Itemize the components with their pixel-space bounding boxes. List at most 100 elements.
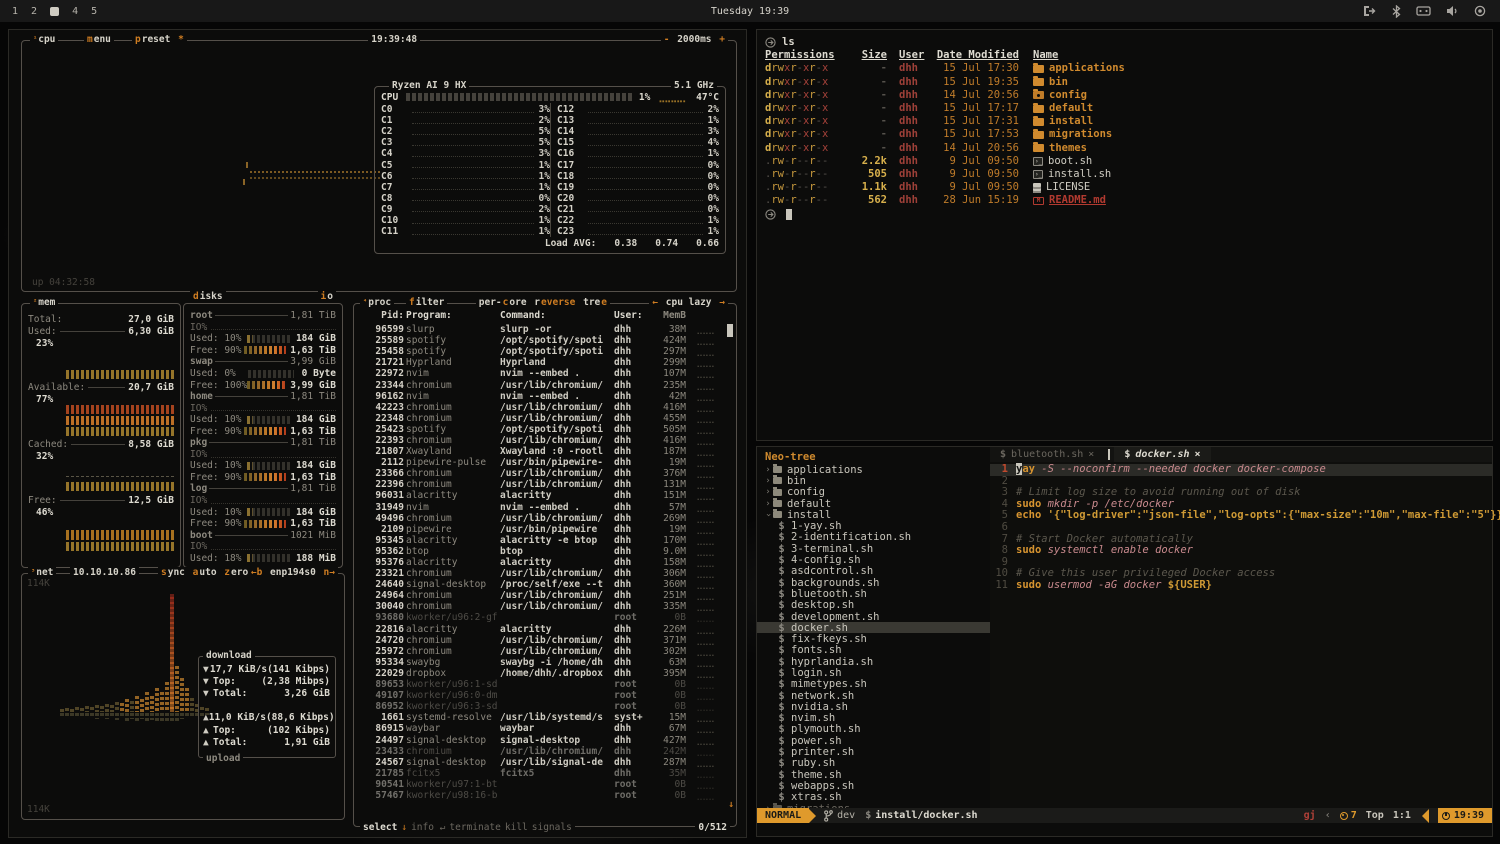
tree-item-login.sh[interactable]: $login.sh [757, 667, 990, 678]
process-row[interactable]: 25423spotify/opt/spotify/spotidhh505M⣀⣀⣀… [362, 424, 726, 435]
process-row[interactable]: 95334swaybgswaybg -i /home/dhdhh63M⣀⣀⣀0.… [362, 657, 726, 668]
net-interface[interactable]: ←b enp194s0 n→ [248, 567, 338, 578]
process-row[interactable]: 57467kworker/u98:16-broot0B⣀⣀⣀0.0 [362, 790, 726, 801]
code-line[interactable]: 8sudo systemctl enable docker [990, 545, 1492, 557]
tree-item-3-terminal.sh[interactable]: $3-terminal.sh [757, 543, 990, 554]
proc-options[interactable]: per-core reverse tree [476, 297, 610, 308]
process-row[interactable]: 21785fcitx5fcitx5dhh35M⣀⣀⣀0.0 [362, 768, 726, 779]
process-row[interactable]: 96599slurpslurp -ordhh38M⣀⣀⣀0.0 [362, 324, 726, 335]
process-row[interactable]: 22348chromium/usr/lib/chromium/dhh455M⣀⣀… [362, 413, 726, 424]
menu-button[interactable]: menu [84, 34, 114, 45]
process-row[interactable]: 24567signal-desktop/usr/lib/signal-dedhh… [362, 757, 726, 768]
tree-item-network.sh[interactable]: $network.sh [757, 690, 990, 701]
process-row[interactable]: 23344chromium/usr/lib/chromium/dhh235M⣀⣀… [362, 379, 726, 390]
proc-scroll-down-icon[interactable]: ↓ [728, 799, 734, 810]
proc-col-header[interactable]: Pid: [362, 310, 404, 321]
proc-header-row[interactable]: Pid:Program:Command:User:MemB Cpu% [362, 310, 726, 321]
prompt-line-2[interactable] [765, 207, 1484, 220]
tree-item-webapps.sh[interactable]: $webapps.sh [757, 780, 990, 791]
process-row[interactable]: 86952kworker/u96:3-sdroot0B⣀⣀⣀0.0 [362, 701, 726, 712]
tree-item-asdcontrol.sh[interactable]: $asdcontrol.sh [757, 566, 990, 577]
tree-item-plymouth.sh[interactable]: $plymouth.sh [757, 724, 990, 735]
process-row[interactable]: 23433chromium/usr/lib/chromium/dhh242M⣀⣀… [362, 746, 726, 757]
proc-sort-nav[interactable]: ← cpu lazy → [649, 297, 728, 308]
process-row[interactable]: 2109pipewire/usr/bin/pipewiredhh19M⣀⣀⣀0.… [362, 524, 726, 535]
tab-close-icon[interactable]: × [1195, 449, 1201, 460]
proc-col-header[interactable]: User: [614, 310, 646, 321]
proc-box-title[interactable]: ⁴proc [360, 297, 394, 308]
terminal-window[interactable]: ls PermissionsSizeUserDate ModifiedName … [756, 29, 1493, 441]
proc-col-header[interactable]: Program: [406, 310, 498, 321]
process-row[interactable]: 96162nvimnvim --embed .dhh42M⣀⣀⣀0.0 [362, 391, 726, 402]
tree-item-nvim.sh[interactable]: $nvim.sh [757, 713, 990, 724]
kill-button[interactable]: kill [505, 822, 528, 833]
net-box-title[interactable]: ³net [28, 567, 56, 578]
process-row[interactable]: 95362btopbtopdhh9.0M⣀⣀⣀0.0 [362, 546, 726, 557]
process-row[interactable]: 22396chromium/usr/lib/chromium/dhh131M⣀⣀… [362, 479, 726, 490]
tree-item-applications[interactable]: ›applications [757, 464, 990, 475]
tree-item-default[interactable]: ›default [757, 498, 990, 509]
tree-item-install[interactable]: ›install [757, 509, 990, 520]
code-line[interactable]: 1yay -S --noconfirm --needed docker dock… [990, 464, 1492, 476]
proc-col-header[interactable]: Cpu% [724, 310, 726, 321]
process-row[interactable]: 30040chromium/usr/lib/chromium/dhh335M⣀⣀… [362, 601, 726, 612]
process-row[interactable]: 24640signal-desktop/proc/self/exe --tdhh… [362, 579, 726, 590]
process-row[interactable]: 90541kworker/u97:1-btroot0B⣀⣀⣀0.0 [362, 779, 726, 790]
process-row[interactable]: 96031alacrittyalacrittydhh151M⣀⣀⣀0.0 [362, 490, 726, 501]
process-row[interactable]: 49496chromium/usr/lib/chromium/dhh269M⣀⣀… [362, 513, 726, 524]
proc-col-header[interactable]: MemB [648, 310, 686, 321]
process-row[interactable]: 24720chromium/usr/lib/chromium/dhh371M⣀⣀… [362, 635, 726, 646]
disks-box-title[interactable]: disks [190, 291, 226, 302]
tree-item-bluetooth.sh[interactable]: $bluetooth.sh [757, 588, 990, 599]
tree-item-ruby.sh[interactable]: $ruby.sh [757, 758, 990, 769]
tree-item-hyprlandia.sh[interactable]: $hyprlandia.sh [757, 656, 990, 667]
terminate-button[interactable]: terminate [449, 822, 500, 833]
code-line[interactable]: 5echo '{"log-driver":"json-file","log-op… [990, 510, 1492, 522]
process-row[interactable]: 31949nvimnvim --embed .dhh57M⣀⣀⣀0.0 [362, 502, 726, 513]
process-row[interactable]: 23366chromium/usr/lib/chromium/dhh376M⣀⣀… [362, 468, 726, 479]
tree-item-xtras.sh[interactable]: $xtras.sh [757, 792, 990, 803]
process-row[interactable]: 25589spotify/opt/spotify/spotidhh424M⣀⣀⣀… [362, 335, 726, 346]
code-line[interactable]: 11sudo usermod -aG docker ${USER} [990, 580, 1492, 592]
tree-item-development.sh[interactable]: $development.sh [757, 611, 990, 622]
process-row[interactable]: 93680kworker/u96:2-gfroot0B⣀⣀⣀0.0 [362, 612, 726, 623]
editor-pane[interactable]: $bluetooth.sh×$docker.sh× 1yay -S --noco… [990, 447, 1492, 810]
preset-button[interactable]: preset * [132, 34, 187, 45]
process-row[interactable]: 1661systemd-resolve/usr/lib/systemd/ssys… [362, 712, 726, 723]
process-row[interactable]: 2112pipewire-pulse/usr/bin/pipewire-dhh1… [362, 457, 726, 468]
tab-close-icon[interactable]: × [1088, 449, 1094, 460]
disks-io-toggle[interactable]: io [318, 291, 336, 302]
tree-item-printer.sh[interactable]: $printer.sh [757, 746, 990, 757]
tree-item-theme.sh[interactable]: $theme.sh [757, 769, 990, 780]
tree-item-fix-fkeys.sh[interactable]: $fix-fkeys.sh [757, 633, 990, 644]
tree-item-config[interactable]: ›config [757, 487, 990, 498]
tab-docker.sh[interactable]: $docker.sh× [1114, 447, 1210, 462]
process-row[interactable]: 42223chromium/usr/lib/chromium/dhh416M⣀⣀… [362, 402, 726, 413]
process-row[interactable]: 86915waybarwaybardhh67M⣀⣀⣀0.0 [362, 723, 726, 734]
tree-item-mimetypes.sh[interactable]: $mimetypes.sh [757, 679, 990, 690]
process-row[interactable]: 22393chromium/usr/lib/chromium/dhh416M⣀⣀… [362, 435, 726, 446]
tree-item-4-config.sh[interactable]: $4-config.sh [757, 554, 990, 565]
proc-col-header[interactable]: Command: [500, 310, 612, 321]
update-interval[interactable]: - 2000ms + [661, 34, 728, 45]
process-row[interactable]: 22029dropbox/home/dhh/.dropboxdhh395M⣀⣀⣀… [362, 668, 726, 679]
proc-filter-button[interactable]: filter [406, 297, 447, 308]
proc-scrollbar[interactable] [727, 324, 733, 337]
tree-item-bin[interactable]: ›bin [757, 475, 990, 486]
tree-item-backgrounds.sh[interactable]: $backgrounds.sh [757, 577, 990, 588]
process-row[interactable]: 22816alacrittyalacrittydhh226M⣀⣀⣀0.0 [362, 624, 726, 635]
process-row[interactable]: 25458spotify/opt/spotify/spotidhh297M⣀⣀⣀… [362, 346, 726, 357]
process-row[interactable]: 89653kworker/u96:1-sdroot0B⣀⣀⣀0.0 [362, 679, 726, 690]
process-row[interactable]: 95345alacrittyalacritty -e btopdhh170M⣀⣀… [362, 535, 726, 546]
net-buttons[interactable]: sync auto zero [158, 567, 251, 578]
info-button[interactable]: info ↵ [411, 822, 445, 833]
tree-item-2-identification.sh[interactable]: $2-identification.sh [757, 532, 990, 543]
process-row[interactable]: 22972nvimnvim --embed .dhh107M⣀⣀⣀0.0 [362, 368, 726, 379]
mem-box-title[interactable]: ²mem [30, 297, 58, 308]
select-button[interactable]: select [363, 822, 397, 833]
signals-button[interactable]: signals [532, 822, 572, 833]
process-row[interactable]: 21807XwaylandXwayland :0 -rootldhh187M⣀⣀… [362, 446, 726, 457]
tree-item-desktop.sh[interactable]: $desktop.sh [757, 600, 990, 611]
process-row[interactable]: 24964chromium/usr/lib/chromium/dhh251M⣀⣀… [362, 590, 726, 601]
process-row[interactable]: 24497signal-desktopsignal-desktopdhh427M… [362, 734, 726, 745]
